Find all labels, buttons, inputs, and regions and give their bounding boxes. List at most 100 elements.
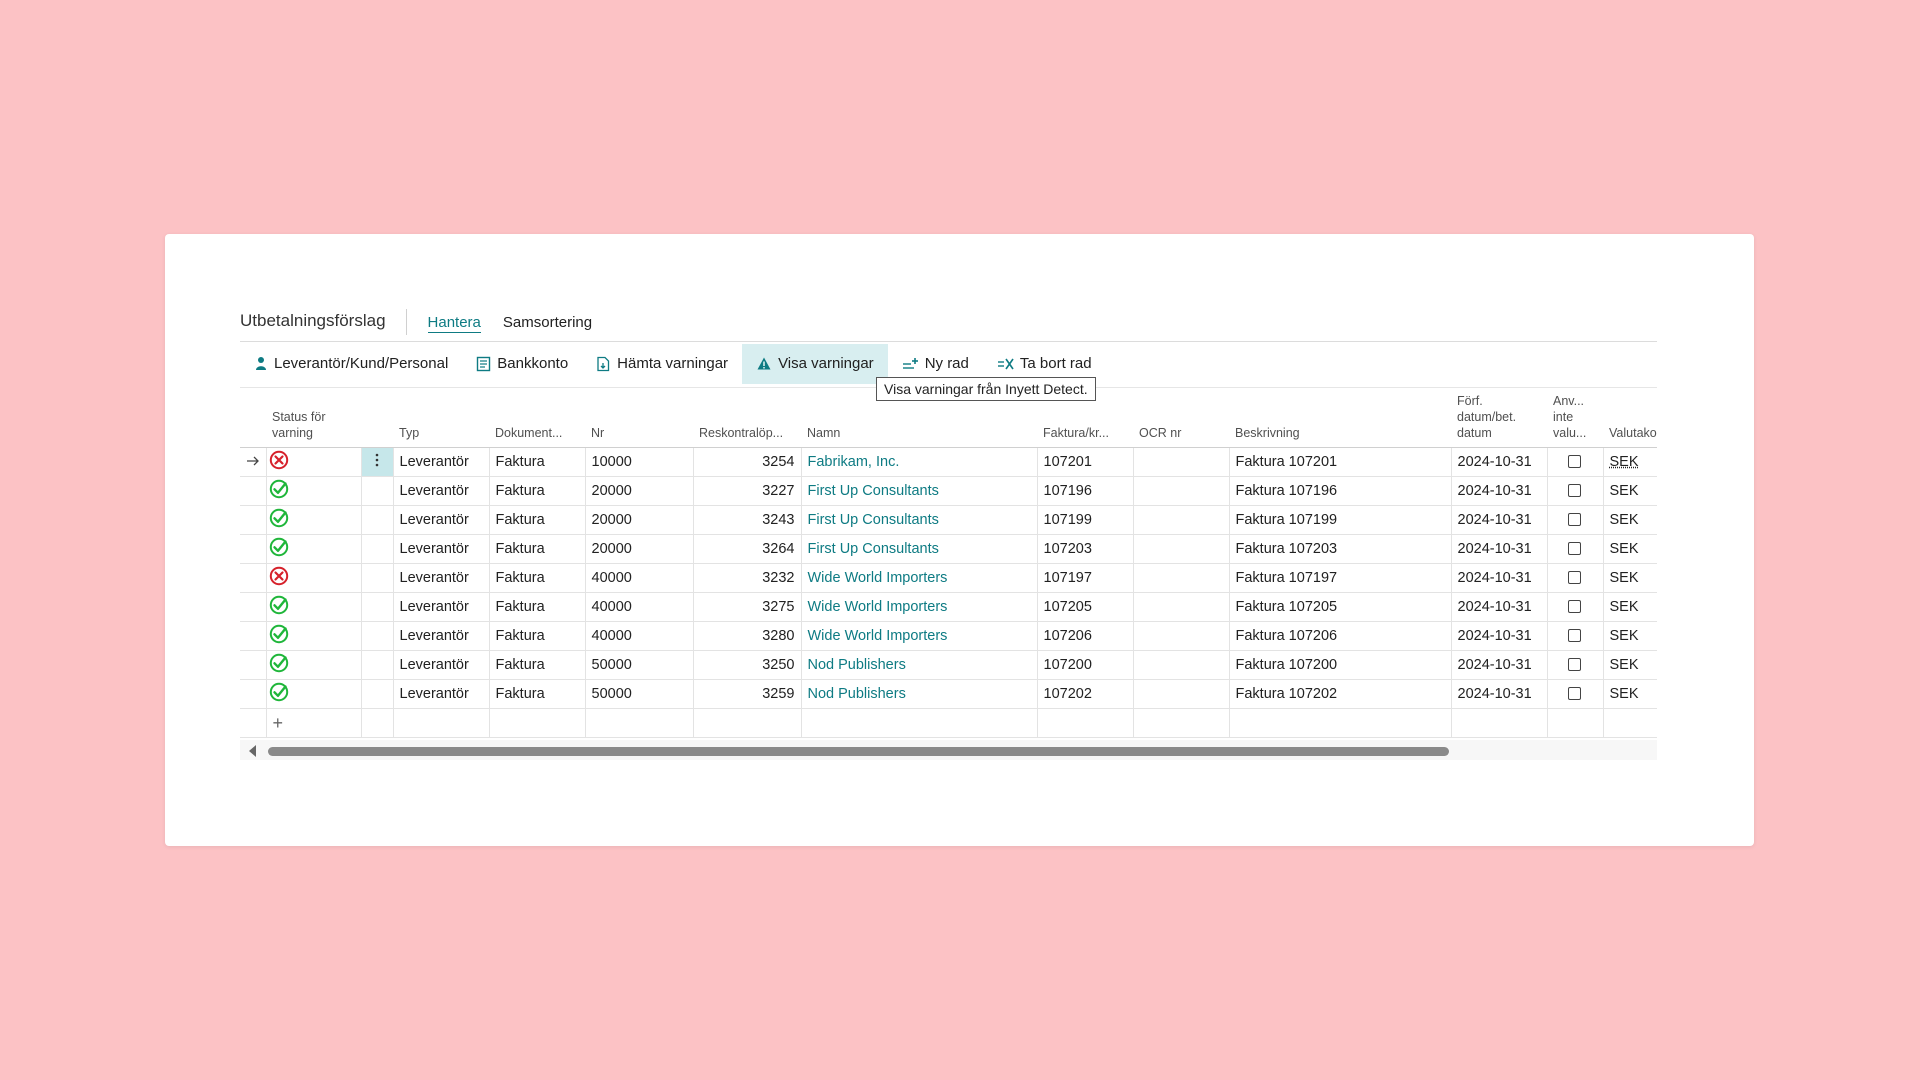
- invoice-cell[interactable]: 107199: [1036, 505, 1133, 535]
- number-cell[interactable]: 10000: [584, 447, 693, 477]
- row-menu-cell[interactable]: [360, 621, 393, 651]
- number-cell[interactable]: 40000: [584, 592, 693, 622]
- ledger-entry-cell[interactable]: 3232: [692, 563, 801, 593]
- invoice-cell[interactable]: 107200: [1036, 650, 1133, 680]
- tab-hantera[interactable]: Hantera: [427, 314, 482, 341]
- bank-account-button[interactable]: Bankkonto: [462, 344, 582, 384]
- type-cell[interactable]: Leverantör: [392, 621, 489, 651]
- col-header-ocr[interactable]: OCR nr: [1133, 388, 1229, 448]
- col-header-currency-flag[interactable]: Anv... inte valu...: [1547, 388, 1603, 448]
- number-cell[interactable]: 50000: [584, 679, 693, 709]
- description-cell[interactable]: Faktura 107201: [1228, 447, 1451, 477]
- currency-code-cell[interactable]: SEK: [1602, 563, 1657, 593]
- document-cell[interactable]: Faktura: [488, 563, 585, 593]
- vendor-name-link[interactable]: Wide World Importers: [800, 563, 1037, 593]
- show-warnings-button[interactable]: Visa varningar: [742, 343, 888, 384]
- document-cell[interactable]: Faktura: [488, 621, 585, 651]
- document-cell[interactable]: Faktura: [488, 679, 585, 709]
- currency-code-cell[interactable]: SEK: [1602, 621, 1657, 651]
- fetch-warnings-button[interactable]: Hämta varningar: [582, 344, 742, 384]
- currency-flag-cell[interactable]: [1546, 650, 1603, 680]
- row-menu-cell[interactable]: [360, 563, 393, 593]
- vendor-name-link[interactable]: Nod Publishers: [800, 650, 1037, 680]
- warning-status-cell[interactable]: [265, 534, 361, 564]
- currency-checkbox[interactable]: [1567, 628, 1581, 642]
- currency-checkbox[interactable]: [1567, 483, 1581, 497]
- col-header-ledger-entry[interactable]: Reskontralöp...: [693, 388, 801, 448]
- ledger-entry-cell[interactable]: 3250: [692, 650, 801, 680]
- empty-cell[interactable]: [1602, 708, 1657, 738]
- vendor-customer-staff-button[interactable]: Leverantör/Kund/Personal: [240, 344, 462, 384]
- currency-flag-cell[interactable]: [1546, 505, 1603, 535]
- ocr-cell[interactable]: [1132, 563, 1229, 593]
- document-cell[interactable]: Faktura: [488, 650, 585, 680]
- currency-code-cell[interactable]: SEK: [1602, 505, 1657, 535]
- row-menu-cell[interactable]: [360, 650, 393, 680]
- number-cell[interactable]: 50000: [584, 650, 693, 680]
- invoice-cell[interactable]: 107205: [1036, 592, 1133, 622]
- ocr-cell[interactable]: [1132, 476, 1229, 506]
- currency-flag-cell[interactable]: [1546, 592, 1603, 622]
- warning-status-cell[interactable]: [265, 592, 361, 622]
- empty-cell[interactable]: [692, 708, 801, 738]
- empty-cell[interactable]: [360, 708, 393, 738]
- description-cell[interactable]: Faktura 107205: [1228, 592, 1451, 622]
- number-cell[interactable]: 40000: [584, 621, 693, 651]
- description-cell[interactable]: Faktura 107199: [1228, 505, 1451, 535]
- table-row[interactable]: Leverantör Faktura 40000 3280 Wide World Imp…: [240, 621, 1657, 651]
- currency-flag-cell[interactable]: [1546, 447, 1603, 477]
- tab-samsortering[interactable]: Samsortering: [503, 314, 592, 341]
- vendor-name-link[interactable]: First Up Consultants: [800, 505, 1037, 535]
- empty-cell[interactable]: [1036, 708, 1133, 738]
- warning-status-cell[interactable]: [265, 476, 361, 506]
- number-cell[interactable]: 20000: [584, 505, 693, 535]
- description-cell[interactable]: Faktura 107206: [1228, 621, 1451, 651]
- type-cell[interactable]: Leverantör: [392, 563, 489, 593]
- table-row[interactable]: Leverantör Faktura 20000 3264 First Up Consu…: [240, 534, 1657, 564]
- due-date-cell[interactable]: 2024-10-31: [1450, 476, 1547, 506]
- ocr-cell[interactable]: [1132, 534, 1229, 564]
- ledger-entry-cell[interactable]: 3243: [692, 505, 801, 535]
- ocr-cell[interactable]: [1132, 679, 1229, 709]
- col-header-due-date[interactable]: Förf. datum/bet. datum: [1451, 388, 1547, 448]
- due-date-cell[interactable]: 2024-10-31: [1450, 679, 1547, 709]
- currency-flag-cell[interactable]: [1546, 534, 1603, 564]
- invoice-cell[interactable]: 107206: [1036, 621, 1133, 651]
- currency-checkbox[interactable]: [1567, 686, 1581, 700]
- add-line-icon[interactable]: +: [273, 713, 284, 733]
- empty-cell[interactable]: [1450, 708, 1547, 738]
- empty-cell[interactable]: [800, 708, 1037, 738]
- currency-code-cell[interactable]: SEK: [1602, 650, 1657, 680]
- empty-cell[interactable]: [1228, 708, 1451, 738]
- currency-checkbox[interactable]: [1567, 599, 1581, 613]
- empty-cell[interactable]: [488, 708, 585, 738]
- currency-checkbox[interactable]: [1567, 454, 1581, 468]
- number-cell[interactable]: 20000: [584, 476, 693, 506]
- table-row[interactable]: Leverantör Faktura 40000 3232 Wide World Imp…: [240, 563, 1657, 593]
- currency-checkbox[interactable]: [1567, 570, 1581, 584]
- row-menu-cell[interactable]: [360, 476, 393, 506]
- currency-checkbox[interactable]: [1567, 657, 1581, 671]
- document-cell[interactable]: Faktura: [488, 505, 585, 535]
- currency-code-cell[interactable]: SEK: [1602, 476, 1657, 506]
- ocr-cell[interactable]: [1132, 447, 1229, 477]
- table-row[interactable]: Leverantör Faktura 10000 3254 Fabrikam, Inc.…: [240, 447, 1657, 477]
- description-cell[interactable]: Faktura 107203: [1228, 534, 1451, 564]
- col-header-type[interactable]: Typ: [393, 388, 489, 448]
- row-menu-cell[interactable]: [360, 505, 393, 535]
- table-row[interactable]: Leverantör Faktura 50000 3259 Nod Publishers…: [240, 679, 1657, 709]
- table-row[interactable]: Leverantör Faktura 20000 3227 First Up Consu…: [240, 476, 1657, 506]
- row-menu-icon[interactable]: [375, 453, 379, 467]
- ledger-entry-cell[interactable]: 3275: [692, 592, 801, 622]
- type-cell[interactable]: Leverantör: [392, 476, 489, 506]
- new-row[interactable]: +: [240, 708, 1657, 738]
- ledger-entry-cell[interactable]: 3259: [692, 679, 801, 709]
- description-cell[interactable]: Faktura 107196: [1228, 476, 1451, 506]
- invoice-cell[interactable]: 107203: [1036, 534, 1133, 564]
- table-row[interactable]: Leverantör Faktura 40000 3275 Wide World Imp…: [240, 592, 1657, 622]
- warning-status-cell[interactable]: [265, 621, 361, 651]
- row-menu-cell[interactable]: [360, 447, 393, 477]
- currency-flag-cell[interactable]: [1546, 563, 1603, 593]
- vendor-name-link[interactable]: Fabrikam, Inc.: [800, 447, 1037, 477]
- invoice-cell[interactable]: 107197: [1036, 563, 1133, 593]
